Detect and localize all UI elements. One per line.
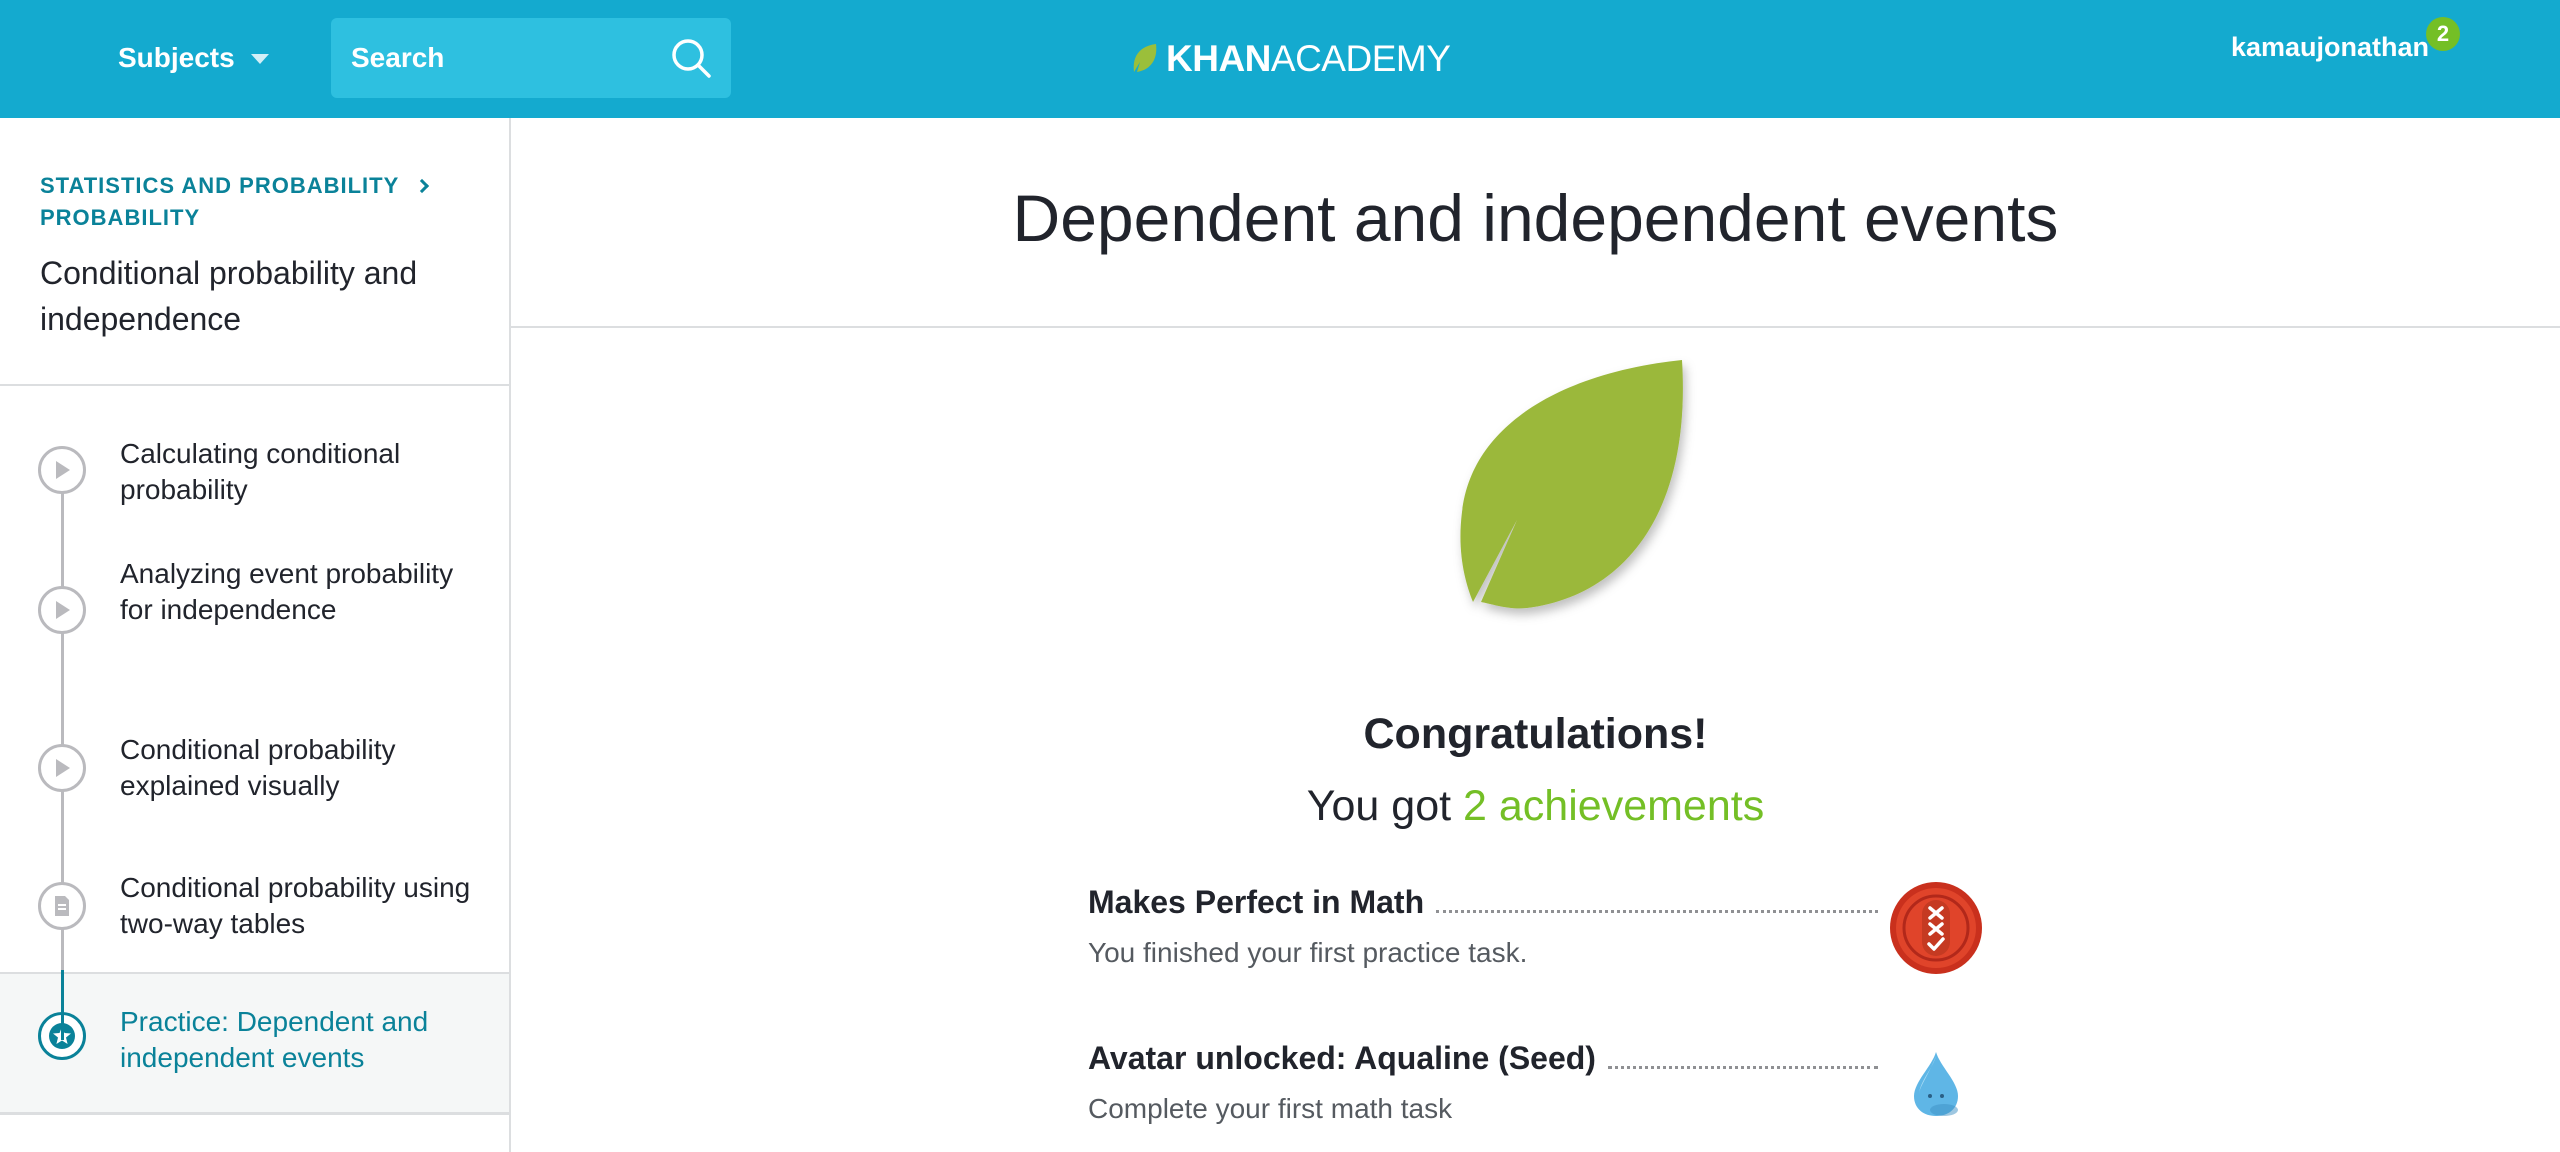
sidebar-item-analyzing-event-probability[interactable]: Analyzing event probability for independ… (0, 548, 509, 708)
sidebar-item-conditional-probability-explained[interactable]: Conditional probability explained visual… (0, 714, 509, 844)
sidebar-divider (0, 384, 509, 386)
main-content: Dependent and independent events Congrat… (511, 118, 2560, 1152)
dotted-leader (1436, 910, 1878, 913)
logo-text-light: ACADEMY (1270, 38, 1451, 79)
article-icon (38, 882, 86, 930)
sidebar-item-label: Practice: Dependent and independent even… (120, 1006, 429, 1073)
progress-timeline-active (61, 970, 64, 1040)
achievement-description: You finished your first practice task. (1088, 937, 1528, 968)
play-icon (38, 446, 86, 494)
search-input[interactable]: Search (331, 18, 731, 98)
khan-academy-logo[interactable]: KHAN ACADEMY (1130, 34, 1451, 84)
unit-title: Conditional probability and independence (40, 255, 418, 337)
breadcrumb-topic[interactable]: PROBABILITY (40, 202, 427, 234)
subjects-menu-button[interactable]: Subjects (118, 36, 269, 80)
leaf-logo-icon (1133, 44, 1157, 72)
title-divider (511, 326, 2560, 328)
congratulations-heading: Congratulations! (1363, 710, 1708, 758)
chevron-right-icon (415, 178, 430, 194)
achievements-summary: You got 2 achievements (511, 782, 2560, 831)
sidebar-item-calculating-conditional-probability[interactable]: Calculating conditional probability (0, 408, 509, 538)
breadcrumb-subject[interactable]: STATISTICS AND PROBABILITY (40, 170, 399, 202)
search-icon[interactable] (669, 36, 713, 80)
search-placeholder: Search (351, 42, 445, 73)
top-navigation-bar: Subjects Search KHAN ACADEMY kamaujonatha… (0, 0, 2560, 118)
user-menu[interactable]: kamaujonathan (2231, 32, 2429, 63)
sidebar-item-label: Conditional probability using two-way ta… (120, 872, 471, 939)
logo-text-bold: KHAN (1166, 38, 1271, 79)
water-drop-avatar-icon (1914, 1052, 1958, 1116)
sidebar-item-label: Calculating conditional probability (120, 438, 401, 505)
dotted-leader (1607, 1066, 1878, 1069)
sidebar-item-two-way-tables[interactable]: Conditional probability using two-way ta… (0, 854, 509, 984)
page-title: Dependent and independent events (1012, 181, 2059, 255)
notification-badge[interactable]: 2 (2426, 17, 2460, 51)
achievement-name: Avatar unlocked: Aqualine (Seed) (1088, 1040, 1596, 1076)
achievements-count: 2 achievements (1463, 782, 1765, 830)
achievement-item: Makes Perfect in Math You finished your … (1088, 884, 1878, 969)
sidebar-item-label: Analyzing event probability for independ… (120, 558, 454, 625)
achievement-item: Avatar unlocked: Aqualine (Seed) Complet… (1088, 1040, 1878, 1125)
sidebar: STATISTICS AND PROBABILITY PROBABILITY C… (0, 118, 511, 1152)
achievement-description: Complete your first math task (1088, 1093, 1453, 1124)
leaf-icon (1460, 360, 1683, 609)
subjects-label: Subjects (118, 42, 235, 73)
breadcrumb: STATISTICS AND PROBABILITY PROBABILITY (40, 170, 430, 234)
sidebar-item-label: Conditional probability explained visual… (120, 734, 396, 801)
play-icon (38, 744, 86, 792)
achievements-prefix: You got (1306, 782, 1452, 830)
play-icon (38, 586, 86, 634)
achievement-name: Makes Perfect in Math (1088, 884, 1425, 920)
chevron-down-icon (250, 54, 269, 64)
practice-badge-icon (1890, 882, 1982, 974)
sidebar-item-practice-dependent-independent[interactable]: Practice: Dependent and independent even… (0, 972, 509, 1115)
